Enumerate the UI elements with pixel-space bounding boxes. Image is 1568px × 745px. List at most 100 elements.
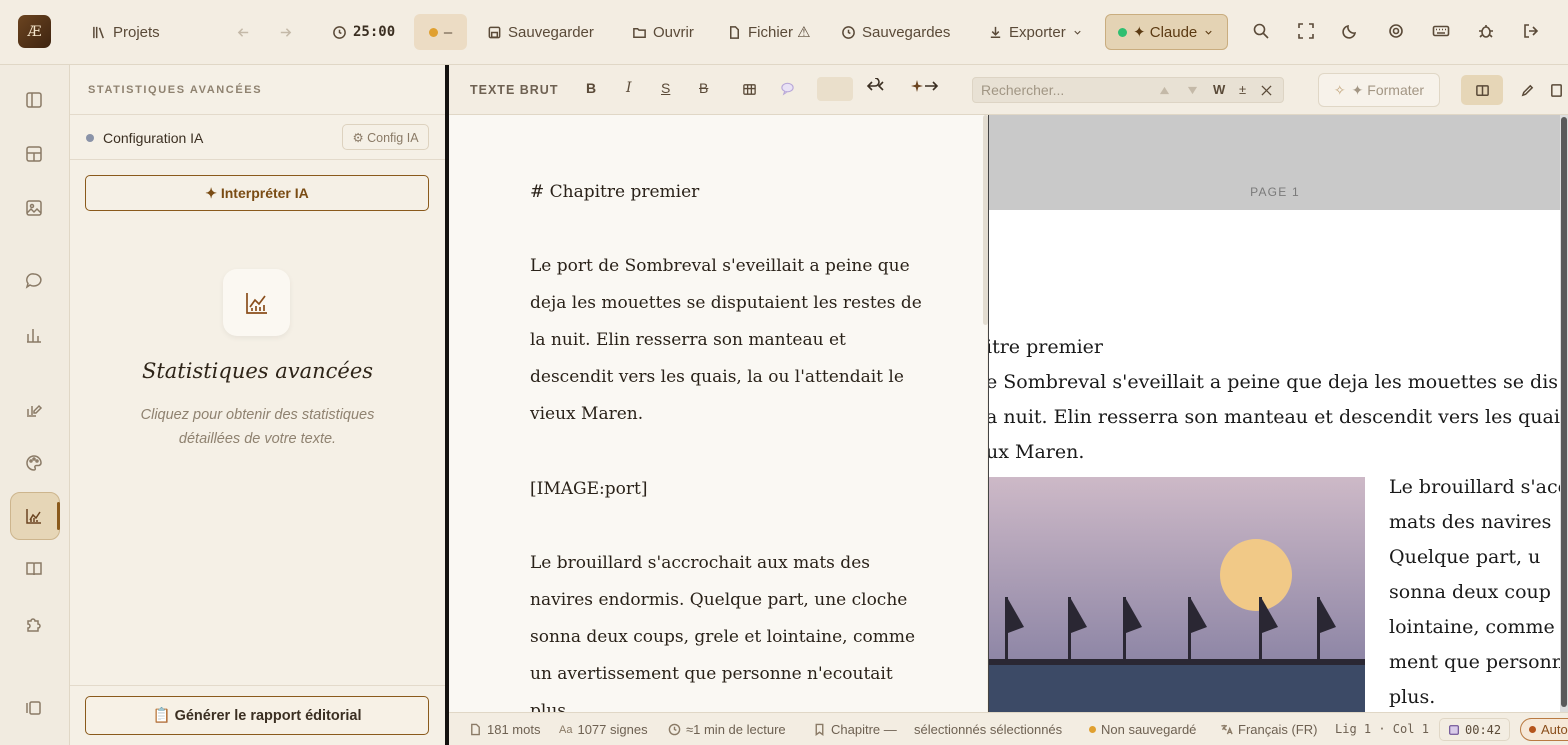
export-label: Exporter: [1009, 23, 1066, 41]
comment-button[interactable]: [780, 81, 795, 99]
stats-icon: [26, 509, 41, 524]
image-icon: [26, 200, 42, 216]
autosave-label: Auto: [1541, 722, 1568, 737]
editor-line: navires endormis. Quelque part, une cloc…: [530, 590, 908, 610]
ai-model-selector[interactable]: ✦ Claude: [1105, 14, 1228, 50]
split-view-icon: [1475, 84, 1489, 96]
save-icon: [1449, 724, 1459, 735]
rail-layout[interactable]: [24, 144, 44, 164]
rail-plugins[interactable]: [24, 614, 44, 634]
logout-icon: [1524, 24, 1539, 38]
editor-mode-label[interactable]: TEXTE BRUT: [470, 83, 558, 97]
editor-line: vieux Maren.: [530, 404, 644, 424]
debug-button[interactable]: [1477, 22, 1495, 40]
projects-button[interactable]: Projets: [92, 14, 160, 50]
edit-view-button[interactable]: [1506, 75, 1548, 105]
save-button[interactable]: Sauvegarder: [487, 14, 594, 50]
sparkle-arrow-icon: [911, 80, 939, 92]
search-button[interactable]: [1252, 22, 1270, 40]
empty-state-subtitle: Cliquez pour obtenir des statistiques dé…: [140, 407, 375, 447]
generate-report-button[interactable]: 📋 Générer le rapport éditorial: [85, 696, 429, 735]
strikethrough-button[interactable]: B: [699, 80, 708, 96]
rail-collapse[interactable]: [24, 698, 44, 718]
line-break-button[interactable]: [863, 77, 887, 97]
whole-word-toggle[interactable]: W: [1213, 82, 1225, 97]
last-save-time[interactable]: 00:42: [1439, 718, 1511, 741]
panel-title: STATISTIQUES AVANCÉES: [88, 84, 263, 96]
char-count: Aa 1077 signes: [559, 722, 648, 737]
export-button[interactable]: Exporter: [988, 14, 1083, 50]
file-button[interactable]: Fichier ⚠: [727, 14, 811, 50]
save-icon: [488, 26, 501, 38]
rail-panel-toggle[interactable]: [24, 90, 44, 110]
ai-continue-button[interactable]: [911, 78, 939, 97]
table-icon: [743, 84, 756, 95]
bug-icon: [1479, 25, 1493, 38]
palette-icon: [26, 455, 42, 471]
rail-themes[interactable]: [24, 453, 44, 473]
preview-side-line: ment que personn: [1389, 651, 1565, 673]
ai-model-label: ✦ Claude: [1133, 24, 1198, 41]
dark-mode-button[interactable]: [1341, 22, 1359, 40]
page-label: PAGE 1: [1250, 185, 1300, 199]
open-button[interactable]: Ouvrir: [632, 14, 694, 50]
panel-icon: [26, 92, 42, 108]
language-selector[interactable]: Français (FR): [1220, 722, 1317, 737]
format-button[interactable]: ✧ ✦ Formater: [1318, 73, 1440, 107]
file-icon: [730, 25, 739, 39]
backups-button[interactable]: Sauvegardes: [841, 14, 950, 50]
redo-button[interactable]: [278, 14, 293, 50]
editor-line: descendit vers les quais, la ou l'attend…: [530, 367, 904, 387]
arrow-left-icon: [237, 27, 249, 37]
preview-line: e Sombreval s'eveillait a peine que deja…: [988, 371, 1559, 393]
bar-chart-icon: [27, 329, 41, 343]
case-toggle[interactable]: ±: [1239, 82, 1246, 97]
reading-time-value: ≈1 min de lecture: [686, 722, 786, 737]
fullscreen-icon: [1298, 23, 1314, 39]
close-icon[interactable]: [1261, 85, 1272, 96]
fullscreen-button[interactable]: [1297, 22, 1315, 40]
settings-button[interactable]: [1387, 22, 1405, 40]
rail-active-indicator: [57, 502, 60, 530]
arrow-down-icon[interactable]: [1187, 85, 1198, 96]
rail-writing-stats[interactable]: [24, 399, 44, 419]
status-pill[interactable]: –: [414, 14, 467, 50]
preview-view-button[interactable]: [1549, 75, 1568, 105]
layout-icon: [26, 146, 42, 162]
app-logo[interactable]: Æ: [18, 15, 51, 48]
table-button[interactable]: [742, 82, 757, 100]
rail-advanced-stats[interactable]: [24, 506, 44, 526]
interpret-ai-button[interactable]: ✦ Interpréter IA: [85, 175, 429, 211]
preview-line: ux Maren.: [988, 441, 1085, 463]
italic-button[interactable]: I: [626, 80, 632, 96]
split-view-button[interactable]: [1461, 75, 1503, 105]
rail-book[interactable]: [24, 559, 44, 579]
chapter-indicator[interactable]: Chapitre —: [813, 722, 897, 737]
stats-icon: [245, 292, 267, 314]
pomodoro-timer[interactable]: 25:00: [332, 14, 395, 50]
bold-button[interactable]: B: [586, 80, 596, 96]
rail-chat[interactable]: [24, 271, 44, 291]
underline-button[interactable]: S: [661, 80, 670, 96]
clock-icon: [668, 723, 681, 736]
logout-button[interactable]: [1522, 22, 1540, 40]
word-count: 181 mots: [469, 722, 540, 737]
arrow-up-icon[interactable]: [1159, 85, 1170, 96]
editor-search-input[interactable]: [981, 82, 1151, 98]
undo-button[interactable]: [236, 14, 251, 50]
divider: [70, 159, 445, 160]
autosave-toggle[interactable]: Auto: [1520, 718, 1568, 741]
editor-line: # Chapitre premier: [530, 182, 700, 202]
rail-images[interactable]: [24, 198, 44, 218]
text-editor[interactable]: # Chapitre premier Le port de Sombreval …: [449, 115, 987, 712]
highlight-button[interactable]: [817, 77, 853, 101]
pen-chart-icon: [27, 404, 43, 417]
preview-scrollbar-thumb[interactable]: [1561, 117, 1567, 707]
keyboard-button[interactable]: [1432, 22, 1450, 40]
config-ai-button[interactable]: ⚙ Config IA: [342, 124, 429, 150]
preview-side-line: lointaine, comme u: [1389, 616, 1568, 638]
divider: [70, 114, 445, 115]
arrow-right-icon: [280, 27, 292, 37]
rail-charts[interactable]: [24, 325, 44, 345]
editor-line: Le port de Sombreval s'eveillait a peine…: [530, 256, 910, 276]
